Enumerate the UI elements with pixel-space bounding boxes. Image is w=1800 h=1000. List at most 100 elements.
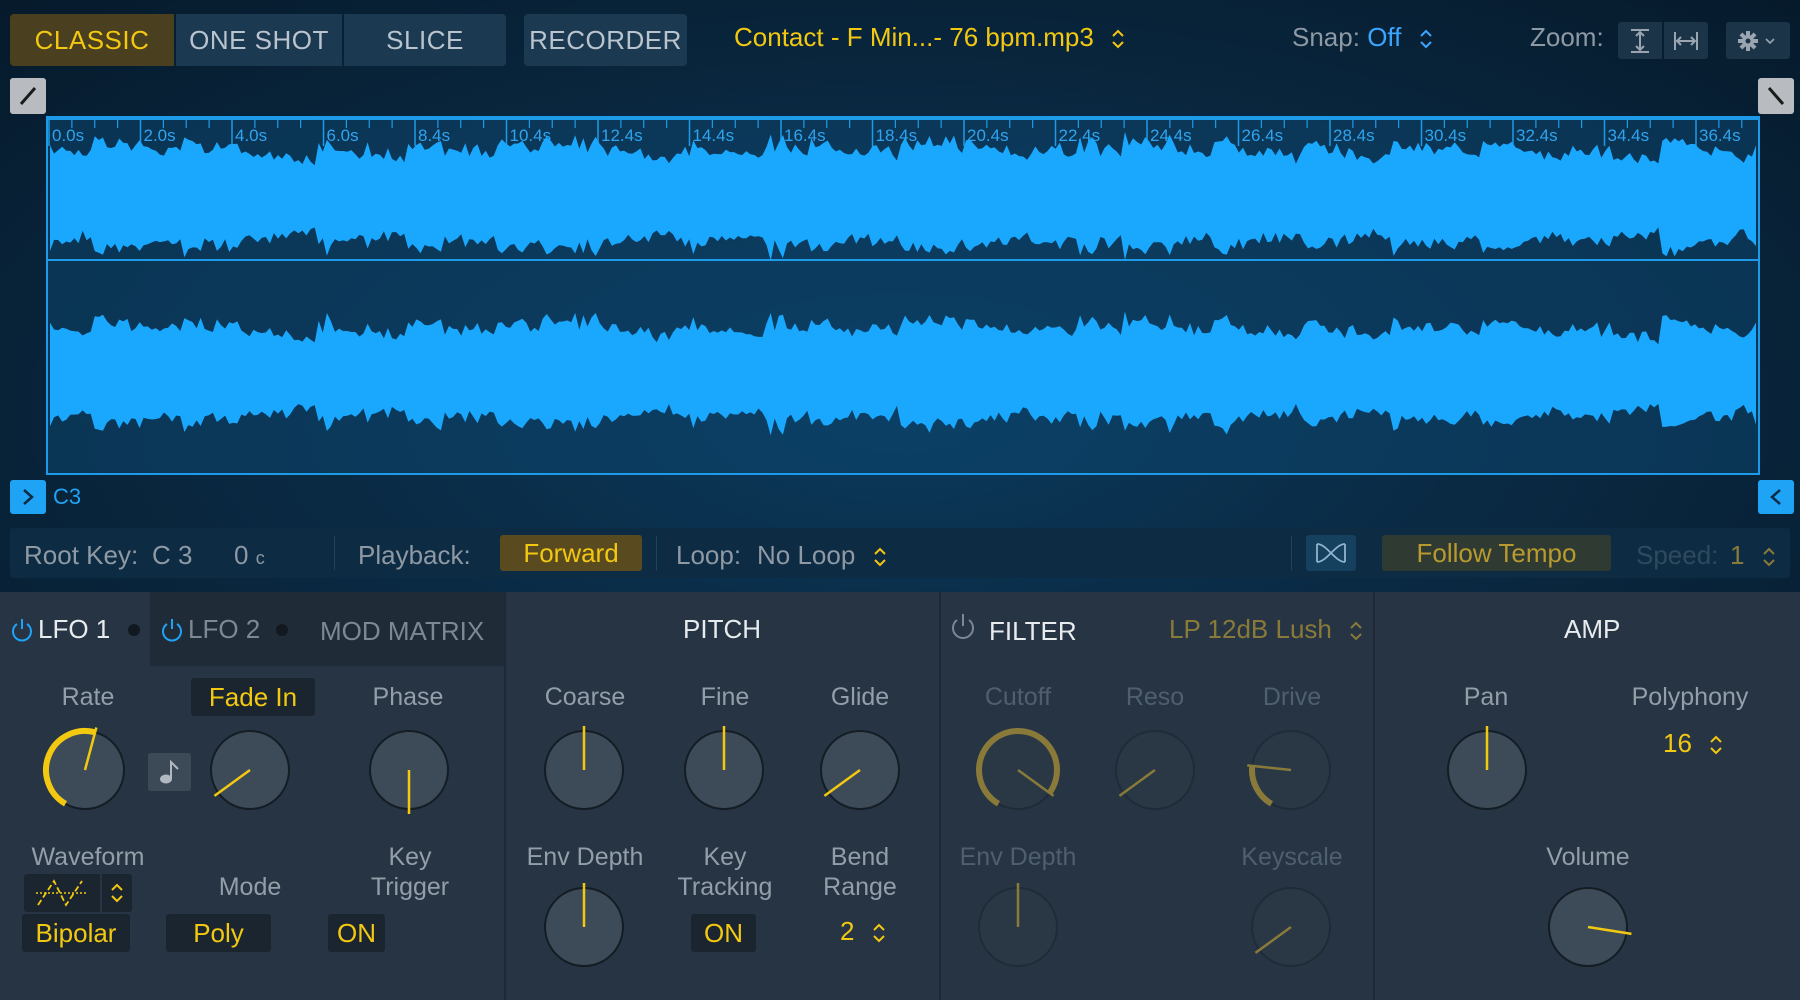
snap-selector[interactable]: Snap: Off xyxy=(1292,22,1433,53)
zoom-label: Zoom: xyxy=(1530,22,1604,52)
bend-range-selector[interactable]: 2 xyxy=(840,916,886,947)
polyphony-selector[interactable]: 16 xyxy=(1663,728,1723,759)
volume-knob[interactable] xyxy=(1543,882,1633,972)
up-down-stepper-icon xyxy=(1111,28,1125,50)
volume-label: Volume xyxy=(1546,843,1630,871)
bend-range-label-line-2: Range xyxy=(823,873,897,901)
coarse-knob[interactable] xyxy=(539,725,629,815)
triangle-wave-icon xyxy=(36,879,88,907)
root-key-marker-left[interactable] xyxy=(10,480,46,514)
fine-knob[interactable] xyxy=(679,725,769,815)
key-tracking-toggle[interactable]: ON xyxy=(691,914,756,952)
reso-knob[interactable] xyxy=(1110,725,1200,815)
power-icon xyxy=(952,614,974,639)
cents-value: 0 xyxy=(234,540,249,570)
divider xyxy=(334,536,335,570)
waveform-channel-right xyxy=(50,311,1756,436)
keyscale-label: Keyscale xyxy=(1241,843,1343,871)
snap-value: Off xyxy=(1367,22,1402,52)
power-icon xyxy=(12,618,32,641)
power-icon xyxy=(162,618,182,641)
root-key-label: Root Key: xyxy=(24,540,139,570)
zoom-horizontal-button[interactable] xyxy=(1664,22,1708,59)
bend-range-label-line-1: Bend xyxy=(830,843,890,871)
polyphony-label: Polyphony xyxy=(1631,683,1749,711)
pan-label: Pan xyxy=(1463,683,1509,711)
divider xyxy=(656,536,657,570)
polarity-selector[interactable]: Bipolar xyxy=(22,914,130,952)
crossfade-button[interactable] xyxy=(1306,535,1356,571)
tab-lfo-1[interactable]: LFO 1 xyxy=(10,614,141,645)
settings-menu-button[interactable] xyxy=(1726,22,1790,59)
lfo-mode-selector[interactable]: Poly xyxy=(166,914,271,952)
sample-file-name: Contact - F Min...- 76 bpm.mp3 xyxy=(734,22,1094,52)
fade-in-knob[interactable] xyxy=(205,725,295,815)
phase-knob[interactable] xyxy=(364,725,454,815)
up-down-stepper-icon xyxy=(1349,620,1363,642)
coarse-label: Coarse xyxy=(544,683,626,711)
pitch-env-depth-knob[interactable] xyxy=(539,882,629,972)
glide-knob[interactable] xyxy=(815,725,905,815)
filter-env-depth-label: Env Depth xyxy=(959,843,1077,871)
tab-mod-matrix[interactable]: MOD MATRIX xyxy=(320,616,484,647)
up-down-stepper-icon xyxy=(1709,734,1723,756)
drive-knob[interactable] xyxy=(1246,725,1336,815)
filter-type-value: LP 12dB Lush xyxy=(1169,614,1332,644)
tab-lfo-1-label: LFO 1 xyxy=(38,614,111,644)
key-trigger-label: Key Trigger xyxy=(350,842,470,902)
loop-mode-selector[interactable]: No Loop xyxy=(757,540,887,571)
filter-env-depth-knob[interactable] xyxy=(973,882,1063,972)
pan-knob[interactable] xyxy=(1442,725,1532,815)
root-key-marker-right[interactable] xyxy=(1758,480,1794,514)
key-trigger-toggle[interactable]: ON xyxy=(328,914,385,952)
up-down-stepper-icon xyxy=(872,922,886,944)
filter-type-selector[interactable]: LP 12dB Lush xyxy=(1169,614,1363,645)
speed-selector[interactable]: 1 xyxy=(1730,540,1776,571)
tab-classic[interactable]: CLASSIC xyxy=(10,14,174,66)
bend-range-value: 2 xyxy=(840,916,855,946)
zoom-vertical-button[interactable] xyxy=(1618,22,1662,59)
speed-value: 1 xyxy=(1730,540,1745,570)
sample-start-marker[interactable] xyxy=(10,78,46,114)
tempo-sync-button[interactable] xyxy=(148,753,191,791)
chevron-left-icon xyxy=(1770,489,1781,505)
waveform-channel-left xyxy=(50,131,1756,261)
fade-in-toggle[interactable]: Fade In xyxy=(191,678,315,716)
fine-tune-value[interactable]: 0 c xyxy=(234,540,265,571)
section-divider xyxy=(1373,592,1375,1000)
rate-knob[interactable] xyxy=(40,725,130,815)
filter-power-toggle[interactable] xyxy=(950,612,976,640)
glide-label: Glide xyxy=(830,683,890,711)
tab-lfo-2[interactable]: LFO 2 xyxy=(160,614,289,645)
cutoff-knob[interactable] xyxy=(973,725,1063,815)
playback-mode-button[interactable]: Forward xyxy=(500,535,642,571)
follow-tempo-button[interactable]: Follow Tempo xyxy=(1382,535,1611,571)
cutoff-label: Cutoff xyxy=(984,683,1052,711)
end-marker-icon xyxy=(1767,87,1785,105)
root-key-value[interactable]: C 3 xyxy=(152,540,192,571)
crossfade-icon xyxy=(1316,543,1346,563)
divider xyxy=(1291,536,1292,570)
up-down-stepper-icon xyxy=(873,546,887,568)
waveform-display[interactable]: 0.0s 2.0s 4.0s 6.0s 8.4s 10.4s 12.4s 14.4s 16.4s… xyxy=(46,116,1760,475)
fine-label: Fine xyxy=(700,683,750,711)
sample-file-selector[interactable]: Contact - F Min...- 76 bpm.mp3 xyxy=(734,22,1125,53)
key-trigger-label-line-2: Trigger xyxy=(370,873,450,901)
lfo-waveform-display[interactable] xyxy=(24,874,100,912)
tab-one-shot[interactable]: ONE SHOT xyxy=(176,14,342,66)
sample-editor: CLASSIC ONE SHOT SLICE RECORDER Contact … xyxy=(0,0,1800,592)
start-marker-icon xyxy=(19,87,37,105)
playback-label: Playback: xyxy=(358,540,471,570)
recorder-button[interactable]: RECORDER xyxy=(524,14,687,66)
playback-info-bar: Root Key: C 3 0 c Playback: Forward Loop… xyxy=(10,528,1790,578)
sample-end-marker[interactable] xyxy=(1758,78,1794,114)
mode-label: Mode xyxy=(218,873,282,901)
section-divider xyxy=(939,592,941,1000)
key-trigger-label-line-1: Key xyxy=(388,843,432,871)
waveform-channels xyxy=(48,131,1758,436)
root-key-marker-label: C3 xyxy=(53,484,82,509)
key-tracking-label-line-2: Tracking xyxy=(677,873,773,901)
keyscale-knob[interactable] xyxy=(1246,882,1336,972)
tab-slice[interactable]: SLICE xyxy=(344,14,506,66)
lfo-waveform-stepper[interactable] xyxy=(102,874,132,912)
